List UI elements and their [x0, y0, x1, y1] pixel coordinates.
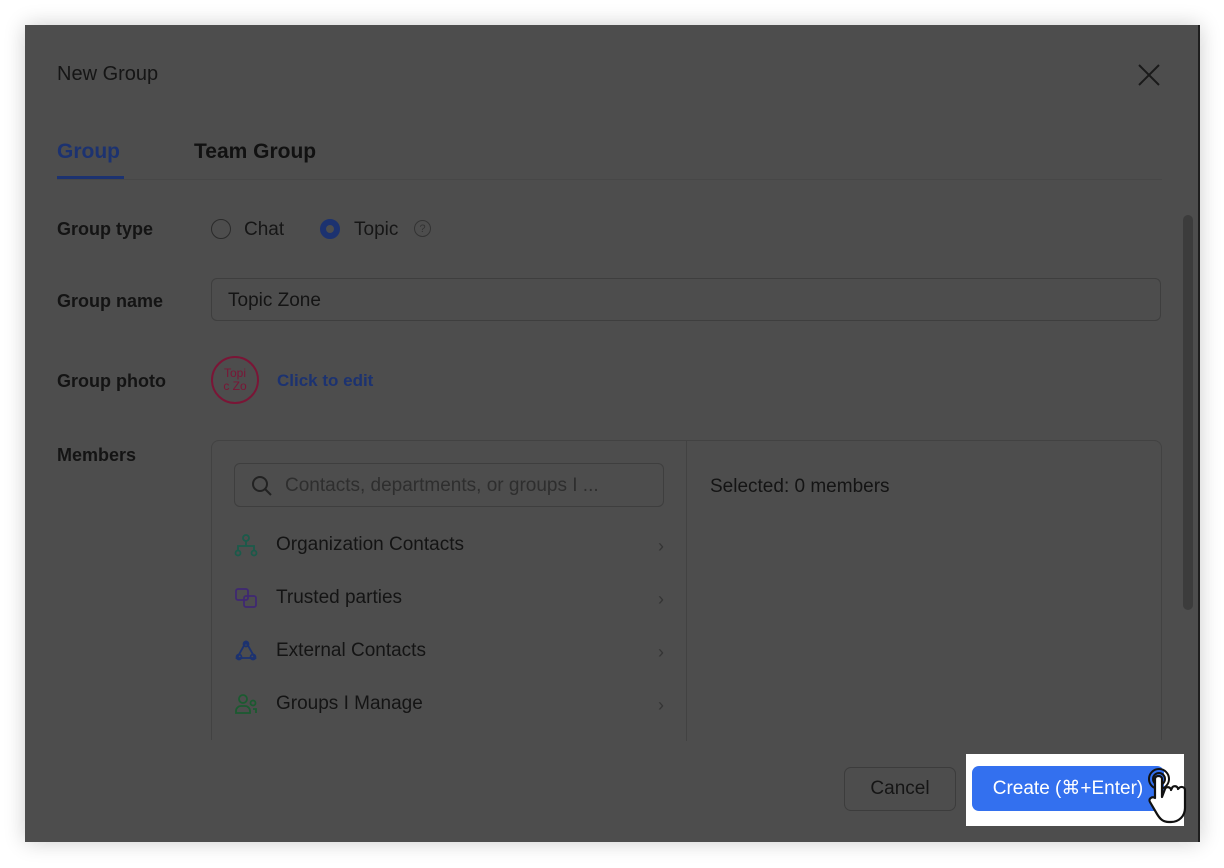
list-item-trusted-parties[interactable]: Trusted parties › — [234, 579, 664, 619]
cancel-button[interactable]: Cancel — [844, 767, 956, 811]
groups-icon — [235, 694, 257, 714]
item-label: Trusted parties — [276, 587, 403, 608]
group-name-input[interactable]: Topic Zone — [211, 278, 1161, 321]
search-placeholder: Contacts, departments, or groups I ... — [285, 475, 599, 496]
item-label: Organization Contacts — [276, 534, 464, 555]
members-label: Members — [57, 445, 137, 465]
member-search-input[interactable]: Contacts, departments, or groups I ... — [234, 463, 664, 507]
chevron-right-icon: › — [658, 536, 664, 556]
tab-group[interactable]: Group — [57, 140, 120, 164]
selected-count: Selected: 0 members — [710, 476, 890, 497]
trusted-parties-icon — [235, 588, 257, 608]
group-avatar[interactable]: Topi c Zo — [211, 356, 259, 404]
picker-divider — [686, 441, 687, 741]
close-icon[interactable] — [1137, 63, 1161, 87]
new-group-dialog: New Group Group Team Group Group type Ch… — [25, 25, 1200, 842]
list-item-groups-i-manage[interactable]: Groups I Manage › — [234, 685, 664, 725]
list-item-organization-contacts[interactable]: Organization Contacts › — [234, 526, 664, 566]
group-photo-label: Group photo — [57, 371, 166, 391]
scrollbar[interactable] — [1183, 215, 1193, 610]
group-name-label: Group name — [57, 291, 164, 311]
item-label: Groups I Manage — [276, 693, 423, 714]
chevron-right-icon: › — [658, 589, 664, 609]
chevron-right-icon: › — [658, 642, 664, 662]
help-icon[interactable]: ? — [414, 220, 431, 237]
radio-topic-label[interactable]: Topic — [354, 219, 398, 241]
dialog-title: New Group — [57, 63, 159, 85]
list-item-external-contacts[interactable]: External Contacts › — [234, 632, 664, 672]
org-chart-icon — [234, 534, 258, 557]
hand-cursor-icon — [1148, 768, 1187, 824]
tab-divider — [57, 179, 1162, 180]
create-button[interactable]: Create (⌘+Enter) — [972, 766, 1164, 811]
radio-topic[interactable] — [320, 219, 340, 239]
avatar-text: c Zo — [223, 379, 247, 393]
click-to-edit-link[interactable]: Click to edit — [277, 371, 373, 391]
tab-team-group[interactable]: Team Group — [194, 140, 316, 164]
members-picker: Contacts, departments, or groups I ... O… — [211, 440, 1162, 741]
group-type-label: Group type — [57, 219, 154, 239]
external-contacts-icon — [235, 640, 257, 661]
item-label: External Contacts — [276, 640, 426, 661]
radio-chat-label[interactable]: Chat — [244, 219, 284, 241]
radio-chat[interactable] — [211, 219, 231, 239]
avatar-text: Topi — [223, 366, 246, 380]
chevron-right-icon: › — [658, 695, 664, 715]
search-icon — [252, 476, 272, 496]
